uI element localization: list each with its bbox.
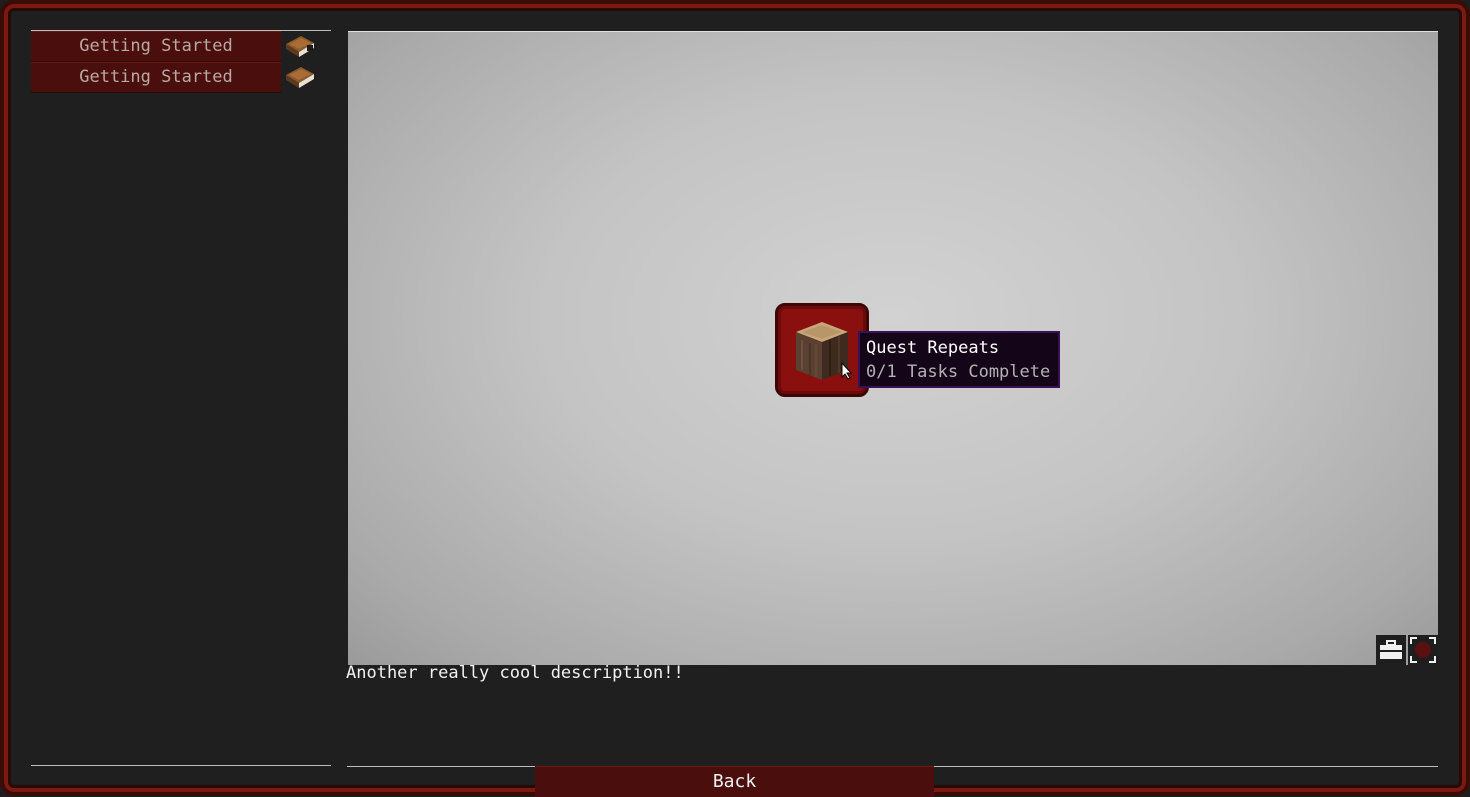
- fullscreen-button[interactable]: [1408, 635, 1438, 665]
- tooltip-title: Quest Repeats: [866, 338, 1000, 358]
- book-icon: [283, 63, 317, 91]
- book-icon: [283, 32, 317, 60]
- chapter-button[interactable]: Getting Started: [31, 31, 281, 62]
- back-button[interactable]: Back: [535, 766, 934, 797]
- chapter-description: Another really cool description!!: [346, 663, 684, 683]
- mouse-cursor-icon: [841, 361, 853, 384]
- toolbox-icon: [1376, 635, 1406, 669]
- quest-node[interactable]: [775, 303, 869, 397]
- toolbox-button[interactable]: [1376, 635, 1406, 665]
- tooltip-status: 0/1 Tasks Complete: [866, 362, 1051, 382]
- divider: [31, 765, 331, 766]
- fullscreen-icon: [1408, 635, 1438, 669]
- quest-tooltip: Quest Repeats 0/1 Tasks Complete: [858, 331, 1061, 388]
- chapter-row[interactable]: Getting Started: [31, 62, 331, 93]
- chapter-row[interactable]: Getting Started: [31, 31, 331, 62]
- chapter-button[interactable]: Getting Started: [31, 62, 281, 93]
- quest-map-canvas[interactable]: Quest Repeats 0/1 Tasks Complete: [348, 31, 1438, 665]
